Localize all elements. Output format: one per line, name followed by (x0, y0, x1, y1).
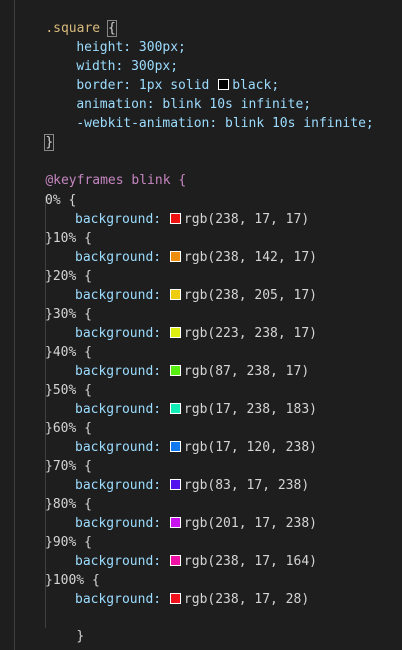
rgb-value: rgb(238, 205, 17) (183, 288, 317, 303)
keyframe-selector: }30% { (45, 307, 92, 322)
keyframe-declaration-line: background: rgb(87, 238, 17) (75, 363, 309, 381)
background-property: background: (75, 592, 169, 607)
code-line: @keyframes blink { (14, 154, 186, 188)
code-line: border: 1px solid black; (45, 59, 279, 93)
keyframe-declaration-line: background: rgb(83, 17, 238) (75, 477, 309, 495)
background-property: background: (75, 516, 169, 531)
color-swatch[interactable] (169, 479, 181, 490)
background-property: background: (75, 554, 169, 569)
keyframe-declaration-line: background: rgb(238, 142, 17) (75, 249, 317, 267)
color-swatch[interactable] (169, 289, 181, 300)
indent-guide (14, 0, 15, 650)
keyframe-selector: }20% { (45, 269, 92, 284)
background-property: background: (75, 402, 169, 417)
keyframe-declaration-line: background: rgb(238, 17, 17) (75, 211, 309, 229)
background-property: background: (75, 478, 169, 493)
code-line: height: 300px; (45, 21, 186, 55)
keyframe-declaration-line: background: rgb(223, 238, 17) (75, 325, 317, 343)
background-property: background: (75, 364, 169, 379)
code-line: animation: blink 10s infinite; (45, 78, 311, 112)
keyframe-selector-line: }20% { (45, 268, 92, 286)
indent-guide (45, 196, 46, 628)
rgb-value: rgb(83, 17, 238) (183, 478, 310, 493)
keyframe-selector-line: }10% { (45, 230, 92, 248)
keyframe-selector: }60% { (45, 421, 92, 436)
background-property: background: (75, 212, 169, 227)
keyframe-selector-line: }90% { (45, 534, 92, 552)
color-swatch[interactable] (169, 327, 181, 338)
color-swatch[interactable] (169, 593, 181, 604)
keyframe-selector: }100% { (45, 573, 100, 588)
keyframe-declaration-line: background: rgb(238, 17, 28) (75, 591, 309, 609)
code-line: -webkit-animation: blink 10s infinite; (45, 97, 373, 131)
code-line: } (14, 116, 55, 151)
color-swatch[interactable] (169, 555, 181, 566)
code-line: .square { (14, 2, 117, 37)
code-line: } (45, 610, 84, 644)
rgb-value: rgb(87, 238, 17) (183, 364, 310, 379)
keyframe-selector: }80% { (45, 497, 92, 512)
rgb-value: rgb(17, 120, 238) (183, 440, 317, 455)
rgb-value: rgb(223, 238, 17) (183, 326, 317, 341)
keyframes-header: @keyframes blink { (45, 173, 187, 188)
rgb-value: rgb(238, 142, 17) (183, 250, 317, 265)
keyframe-selector-line: }80% { (45, 496, 92, 514)
keyframe-selector-line: }70% { (45, 458, 92, 476)
keyframe-selector: 0% { (45, 193, 77, 208)
background-property: background: (75, 326, 169, 341)
keyframe-selector-line: }60% { (45, 420, 92, 438)
keyframe-declaration-line: background: rgb(201, 17, 238) (75, 515, 317, 533)
color-swatch[interactable] (169, 517, 181, 528)
keyframe-selector: }50% { (45, 383, 92, 398)
color-swatch[interactable] (169, 213, 181, 224)
keyframe-selector-line: }100% { (45, 572, 100, 590)
code-line: width: 300px; (45, 40, 178, 74)
keyframe-selector-line: }50% { (45, 382, 92, 400)
color-swatch[interactable] (169, 365, 181, 376)
close-brace: } (44, 134, 55, 151)
keyframe-selector: }10% { (45, 231, 92, 246)
keyframe-declaration-line: background: rgb(17, 120, 238) (75, 439, 317, 457)
keyframe-selector: }90% { (45, 535, 92, 550)
background-property: background: (75, 440, 169, 455)
keyframe-selector: }70% { (45, 459, 92, 474)
keyframe-close-brace: } (76, 629, 85, 644)
color-swatch[interactable] (169, 441, 181, 452)
keyframe-declaration-line: background: rgb(238, 17, 164) (75, 553, 317, 571)
keyframe-selector-line: }30% { (45, 306, 92, 324)
color-swatch[interactable] (169, 403, 181, 414)
color-swatch[interactable] (169, 251, 181, 262)
rgb-value: rgb(201, 17, 238) (183, 516, 317, 531)
rgb-value: rgb(238, 17, 164) (183, 554, 317, 569)
rgb-value: rgb(17, 238, 183) (183, 402, 317, 417)
rgb-value: rgb(238, 17, 17) (183, 212, 310, 227)
rgb-value: rgb(238, 17, 28) (183, 592, 310, 607)
keyframe-selector-line: 0% { (45, 192, 76, 210)
background-property: background: (75, 288, 169, 303)
background-property: background: (75, 250, 169, 265)
declaration-webkit-animation: -webkit-animation: blink 10s infinite; (76, 116, 374, 131)
keyframe-selector-line: }40% { (45, 344, 92, 362)
code-editor[interactable]: .square { height: 300px; width: 300px; b… (0, 0, 402, 650)
keyframe-selector: }40% { (45, 345, 92, 360)
keyframe-declaration-line: background: rgb(238, 205, 17) (75, 287, 317, 305)
keyframe-declaration-line: background: rgb(17, 238, 183) (75, 401, 317, 419)
